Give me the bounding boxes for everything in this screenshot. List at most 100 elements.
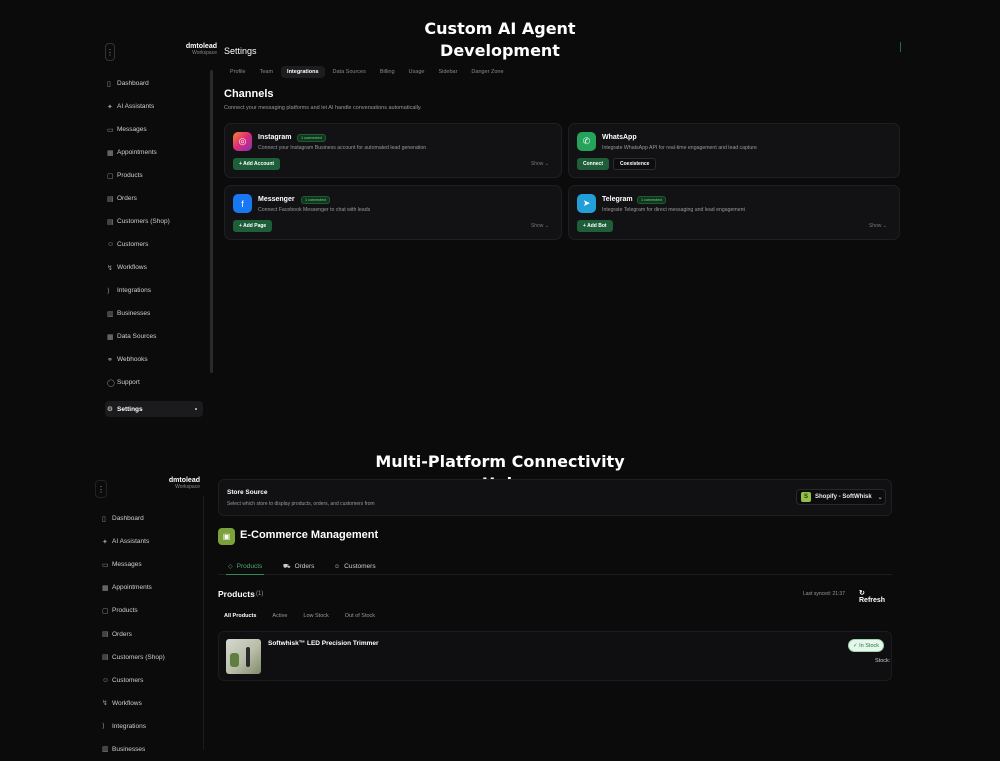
tab-integrations[interactable]: Integrations: [281, 66, 325, 78]
webhooks-icon: ⚭: [107, 356, 113, 364]
channel-description: Connect Facebook Messenger to chat with …: [258, 207, 371, 213]
sidebar-item-settings[interactable]: ⚙ Settings: [105, 401, 203, 417]
connected-badge: 1 connected: [297, 134, 326, 142]
sidebar-item-integrations[interactable]: ⟩ Integrations: [105, 279, 205, 302]
show-toggle[interactable]: Show ⌄: [531, 161, 549, 167]
store-source-box: Store Source Select which store to displ…: [218, 479, 892, 516]
customers-icon: ☺: [107, 241, 115, 248]
filter-out-of-stock[interactable]: Out of Stock: [339, 610, 381, 622]
sidebar-item-customers[interactable]: ☺ Customers: [100, 669, 200, 692]
page-title: Settings: [224, 46, 257, 56]
sidebar-item-appointments[interactable]: ▦ Appointments: [100, 576, 200, 599]
settings-main: Settings Profile Team Integrations Data Sou…: [224, 38, 900, 418]
thumbnail-plant: [230, 653, 239, 667]
sidebar-item-label: Businesses: [112, 745, 146, 753]
sidebar-item-workflows[interactable]: ↯ Workflows: [105, 256, 205, 279]
add-bot-button[interactable]: + Add Bot: [577, 220, 613, 232]
sidebar-item-label: Appointments: [112, 584, 152, 592]
sidebar-item-label: AI Assistants: [112, 538, 150, 546]
sidebar-item-ai-assistants[interactable]: ✦ AI Assistants: [100, 530, 200, 553]
sidebar-item-integrations[interactable]: ⟩ Integrations: [100, 715, 200, 738]
sidebar-item-customers-shop[interactable]: ▤ Customers (Shop): [100, 646, 200, 669]
tab-usage[interactable]: Usage: [403, 66, 431, 78]
workspace-subtitle: Workspace: [192, 50, 217, 56]
telegram-icon: ➤: [577, 194, 596, 213]
coexistence-button[interactable]: Coexistence: [613, 158, 657, 170]
tab-data-sources[interactable]: Data Sources: [327, 66, 372, 78]
sidebar-item-orders[interactable]: ▤ Orders: [100, 622, 200, 645]
show-toggle[interactable]: Show ⌄: [531, 223, 549, 229]
appointments-icon: ▦: [107, 149, 114, 157]
workspace-subtitle: Workspace: [175, 484, 200, 490]
tab-profile[interactable]: Profile: [224, 66, 252, 78]
workspace-switcher[interactable]: dmtolead Workspace: [159, 477, 200, 490]
workflows-icon: ↯: [102, 700, 108, 708]
customers-shop-icon: ▤: [107, 218, 114, 226]
integrations-icon: ⟩: [107, 287, 110, 295]
product-name: Softwhisk™ LED Precision Trimmer: [268, 640, 379, 647]
store-select[interactable]: S Shopify - SoftWhisk ⌄: [796, 489, 886, 505]
tab-sidebar[interactable]: Sidebar: [432, 66, 463, 78]
sidebar-item-businesses[interactable]: ▥ Businesses: [105, 302, 205, 325]
store-source-title: Store Source: [227, 489, 268, 496]
tab-orders[interactable]: ⛟ Orders: [283, 558, 314, 575]
sidebar-item-label: Support: [117, 379, 140, 386]
channel-name: Instagram: [258, 134, 292, 141]
sidebar-item-support[interactable]: ◯ Support: [105, 371, 205, 394]
channel-description: Connect your Instagram Business account …: [258, 145, 427, 151]
sidebar-item-messages[interactable]: ▭ Messages: [105, 118, 205, 141]
data-sources-icon: ▦: [107, 333, 114, 341]
sidebar-item-customers-shop[interactable]: ▤ Customers (Shop): [105, 210, 205, 233]
messages-icon: ▭: [107, 126, 114, 134]
appointments-icon: ▦: [102, 584, 109, 592]
active-indicator: [195, 408, 197, 410]
sidebar-item-webhooks[interactable]: ⚭ Webhooks: [105, 348, 205, 371]
shopify-icon: S: [801, 492, 811, 502]
refresh-button[interactable]: ↻ Refresh: [859, 589, 892, 604]
chevron-down-icon: ⌄: [877, 494, 883, 501]
connected-badge: 1 connected: [301, 196, 330, 204]
tab-billing[interactable]: Billing: [374, 66, 401, 78]
sidebar-collapse-button[interactable]: ⋮: [95, 480, 107, 498]
sidebar-scrollbar[interactable]: [210, 70, 213, 373]
filter-low-stock[interactable]: Low Stock: [297, 610, 334, 622]
sidebar-item-data-sources[interactable]: ▦ Data Sources: [105, 325, 205, 348]
add-account-button[interactable]: + Add Account: [233, 158, 281, 170]
sidebar-item-label: Dashboard: [112, 515, 144, 523]
sidebar-item-label: Products: [117, 172, 143, 179]
sidebar-item-businesses[interactable]: ▥ Businesses: [100, 738, 200, 761]
connect-button[interactable]: Connect: [577, 158, 609, 170]
sidebar-item-messages[interactable]: ▭ Messages: [100, 553, 200, 576]
channel-card-messenger: f Messenger 1 connected Connect Facebook…: [224, 185, 562, 240]
sidebar-divider: [203, 496, 204, 750]
tab-team[interactable]: Team: [254, 66, 279, 78]
tab-customers[interactable]: ☺ Customers: [334, 558, 376, 575]
sidebar-item-workflows[interactable]: ↯ Workflows: [100, 692, 200, 715]
sidebar-item-customers[interactable]: ☺ Customers: [105, 233, 205, 256]
tab-danger-zone[interactable]: Danger Zone: [465, 66, 509, 78]
sidebar-nav: ▯ Dashboard ✦ AI Assistants ▭ Messages ▦ Appoin…: [100, 507, 200, 761]
workspace-switcher[interactable]: dmtolead Workspace: [177, 43, 217, 56]
show-toggle[interactable]: Show ⌄: [869, 223, 887, 229]
sidebar-item-label: Webhooks: [117, 356, 148, 363]
filter-all-products[interactable]: All Products: [218, 610, 262, 622]
product-row[interactable]: Softwhisk™ LED Precision Trimmer ✓ In St…: [218, 631, 892, 681]
tab-products[interactable]: ◇ Products: [226, 558, 265, 575]
workspace-name: dmtolead: [185, 43, 217, 50]
sidebar-item-dashboard[interactable]: ▯ Dashboard: [105, 72, 205, 95]
sidebar-item-orders[interactable]: ▤ Orders: [105, 187, 205, 210]
sidebar-item-appointments[interactable]: ▦ Appointments: [105, 141, 205, 164]
businesses-icon: ▥: [102, 746, 109, 754]
sidebar-item-products[interactable]: ▢ Products: [100, 599, 200, 622]
filter-active[interactable]: Active: [266, 610, 293, 622]
sidebar-collapse-button[interactable]: ⋮: [105, 43, 115, 61]
sidebar-item-products[interactable]: ▢ Products: [105, 164, 205, 187]
sidebar-item-label: Orders: [112, 630, 132, 638]
sidebar-item-ai-assistants[interactable]: ✦ AI Assistants: [105, 95, 205, 118]
add-page-button[interactable]: + Add Page: [233, 220, 273, 232]
sidebar-item-dashboard[interactable]: ▯ Dashboard: [100, 507, 200, 530]
channels-description: Connect your messaging platforms and let…: [224, 105, 422, 111]
headline-line: Custom AI Agent: [424, 19, 576, 38]
instagram-icon: ◎: [233, 132, 252, 151]
ai-assistants-icon: ✦: [107, 103, 113, 111]
